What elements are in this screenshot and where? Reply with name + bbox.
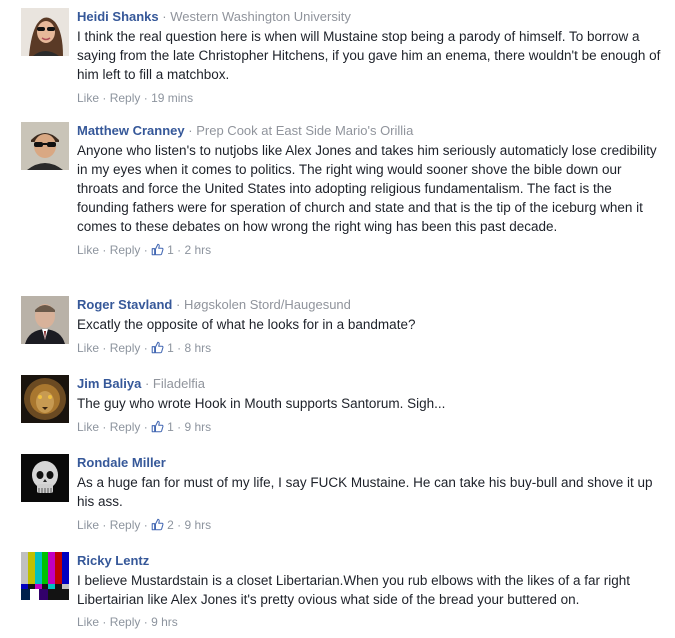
separator-dot: · — [162, 9, 167, 24]
reply-link[interactable]: Reply — [110, 91, 141, 105]
like-link[interactable]: Like — [77, 91, 99, 105]
separator-dot: · — [102, 518, 107, 532]
commenter-name[interactable]: Ricky Lentz — [77, 553, 149, 568]
separator-dot: · — [143, 420, 148, 434]
like-count[interactable]: 2 — [167, 518, 174, 532]
thumbs-up-icon[interactable] — [151, 518, 164, 531]
commenter-affiliation[interactable]: Filadelfia — [153, 376, 205, 391]
commenter-affiliation[interactable]: Western Washington University — [170, 9, 351, 24]
reply-link[interactable]: Reply — [110, 243, 141, 257]
like-link[interactable]: Like — [77, 615, 99, 629]
like-link[interactable]: Like — [77, 518, 99, 532]
skull-avatar — [21, 454, 69, 502]
like-link[interactable]: Like — [77, 341, 99, 355]
commenter-name[interactable]: Roger Stavland — [77, 297, 172, 312]
avatar[interactable] — [21, 454, 69, 502]
separator-dot: · — [102, 420, 107, 434]
commenter-affiliation[interactable]: Prep Cook at East Side Mario's Orillia — [196, 123, 413, 138]
commenter-affiliation[interactable]: Høgskolen Stord/Haugesund — [184, 297, 351, 312]
reply-link[interactable]: Reply — [110, 518, 141, 532]
comment-text: The guy who wrote Hook in Mouth supports… — [77, 396, 446, 411]
timestamp[interactable]: 2 hrs — [184, 243, 211, 257]
thumbs-up-icon[interactable] — [151, 341, 164, 354]
reply-link[interactable]: Reply — [110, 615, 141, 629]
separator-dot: · — [144, 376, 150, 391]
man-sunglasses-avatar — [21, 122, 69, 170]
timestamp[interactable]: 19 mins — [151, 91, 193, 105]
avatar[interactable] — [21, 296, 69, 344]
separator-dot: · — [143, 341, 148, 355]
separator-dot: · — [102, 243, 107, 257]
commenter-name[interactable]: Matthew Cranney — [77, 123, 185, 138]
reply-link[interactable]: Reply — [110, 420, 141, 434]
separator-dot: · — [177, 420, 182, 434]
thumbs-up-icon[interactable] — [151, 420, 164, 433]
color-bars-avatar — [21, 552, 69, 600]
comment-text: Excatly the opposite of what he looks fo… — [77, 317, 416, 332]
separator-dot: · — [177, 243, 182, 257]
separator-dot: · — [102, 341, 107, 355]
separator-dot: · — [143, 243, 148, 257]
comment-text: Anyone who listen's to nutjobs like Alex… — [77, 143, 657, 234]
separator-dot: · — [143, 615, 148, 629]
separator-dot: · — [177, 518, 182, 532]
separator-dot: · — [102, 91, 107, 105]
reply-link[interactable]: Reply — [110, 341, 141, 355]
avatar[interactable] — [21, 375, 69, 423]
timestamp[interactable]: 9 hrs — [151, 615, 178, 629]
man-suit-avatar — [21, 296, 69, 344]
comment-text: I believe Mustardstain is a closet Liber… — [77, 573, 631, 607]
avatar[interactable] — [21, 552, 69, 600]
commenter-name[interactable]: Jim Baliya — [77, 376, 141, 391]
like-count[interactable]: 1 — [167, 341, 174, 355]
separator-dot: · — [143, 518, 148, 532]
timestamp[interactable]: 9 hrs — [184, 420, 211, 434]
comment-text: I think the real question here is when w… — [77, 29, 661, 82]
separator-dot: · — [102, 615, 107, 629]
like-link[interactable]: Like — [77, 420, 99, 434]
like-link[interactable]: Like — [77, 243, 99, 257]
comment-text: As a huge fan for must of my life, I say… — [77, 475, 653, 509]
separator-dot: · — [175, 297, 181, 312]
lion-avatar — [21, 375, 69, 423]
thumbs-up-icon[interactable] — [151, 243, 164, 256]
separator-dot: · — [188, 123, 193, 138]
timestamp[interactable]: 9 hrs — [184, 518, 211, 532]
like-count[interactable]: 1 — [167, 243, 174, 257]
avatar[interactable] — [21, 122, 69, 170]
avatar[interactable] — [21, 8, 69, 56]
commenter-name[interactable]: Heidi Shanks — [77, 9, 159, 24]
separator-dot: · — [143, 91, 148, 105]
like-count[interactable]: 1 — [167, 420, 174, 434]
commenter-name[interactable]: Rondale Miller — [77, 455, 166, 470]
timestamp[interactable]: 8 hrs — [184, 341, 211, 355]
separator-dot: · — [177, 341, 182, 355]
woman-sunglasses-avatar — [21, 8, 69, 56]
